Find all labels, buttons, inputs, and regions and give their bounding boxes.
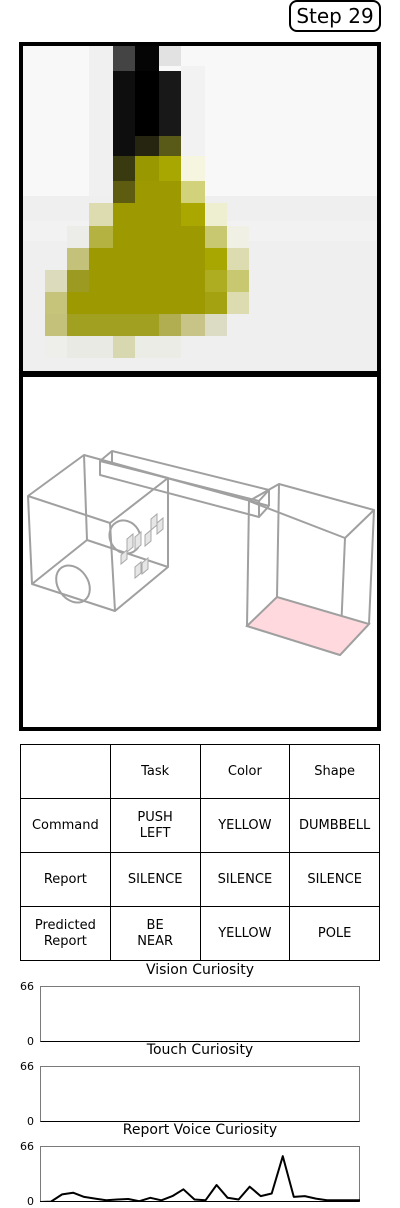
color-cell: YELLOW	[199, 798, 291, 853]
table-header-row: Task Color Shape	[20, 744, 380, 799]
row-label: Report	[20, 852, 111, 907]
shape-cell: DUMBBELL	[289, 798, 380, 853]
y-max-label: 66	[20, 980, 34, 993]
task-cell: PUSH LEFT	[109, 798, 201, 853]
row-label: Command	[20, 798, 111, 853]
y-max-label: 66	[20, 1060, 34, 1073]
simulation-scene	[19, 373, 381, 731]
color-cell: SILENCE	[199, 852, 291, 907]
shape-cell: POLE	[289, 906, 380, 961]
row-label: Predicted Report	[20, 906, 111, 961]
color-cell: YELLOW	[199, 906, 291, 961]
touch-curiosity-plot: Touch Curiosity 66 0	[0, 1042, 400, 1128]
task-cell: BE NEAR	[109, 906, 201, 961]
header-cell	[20, 744, 111, 799]
report-table: Task Color Shape Command PUSH LEFT YELLOW…	[20, 744, 380, 961]
plot-area	[40, 1066, 360, 1122]
y-min-label: 0	[27, 1195, 34, 1208]
vision-curiosity-plot: Vision Curiosity 66 0	[0, 962, 400, 1048]
table-row: Command PUSH LEFT YELLOW DUMBBELL	[20, 798, 380, 853]
vision-pixel-image	[23, 46, 377, 371]
task-cell: SILENCE	[109, 852, 201, 907]
header-cell: Shape	[289, 744, 380, 799]
y-max-label: 66	[20, 1140, 34, 1153]
plot-title: Touch Curiosity	[146, 1042, 254, 1058]
voice-series-line	[40, 1155, 360, 1202]
plot-area	[40, 986, 360, 1042]
robot-camera-view	[19, 42, 381, 375]
scene-wireframe	[27, 450, 375, 657]
table-row: Predicted Report BE NEAR YELLOW POLE	[20, 906, 380, 961]
step-counter: Step 29	[289, 0, 381, 32]
voice-curiosity-plot: Report Voice Curiosity 66 0	[0, 1122, 400, 1208]
plot-title: Report Voice Curiosity	[122, 1122, 278, 1138]
voice-curiosity-line	[40, 1155, 360, 1202]
header-cell: Color	[199, 744, 291, 799]
plot-title: Vision Curiosity	[145, 962, 255, 978]
header-cell: Task	[109, 744, 201, 799]
table-row: Report SILENCE SILENCE SILENCE	[20, 852, 380, 907]
shape-cell: SILENCE	[289, 852, 380, 907]
